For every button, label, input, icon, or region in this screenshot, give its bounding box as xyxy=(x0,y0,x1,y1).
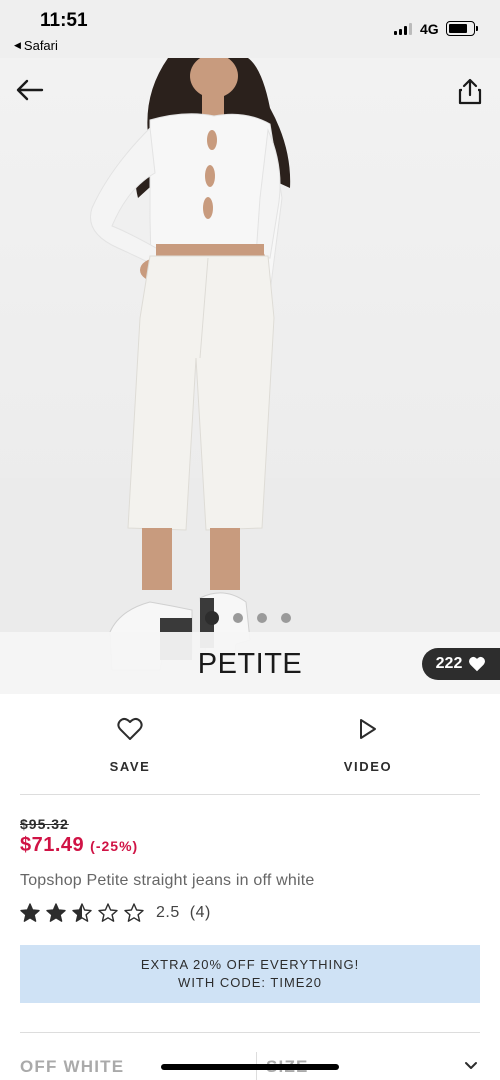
star-empty-icon xyxy=(98,903,118,922)
video-button[interactable]: VIDEO xyxy=(308,714,428,774)
likes-count: 222 xyxy=(435,655,463,672)
video-label: VIDEO xyxy=(343,759,393,774)
carousel-dot-2[interactable] xyxy=(233,613,243,623)
promo-line-1: EXTRA 20% OFF EVERYTHING! xyxy=(140,957,360,972)
petite-band: PETITE 222 xyxy=(0,632,500,694)
heart-filled-icon xyxy=(469,656,486,672)
rating[interactable]: 2.5 (4) xyxy=(20,903,211,923)
network-type: 4G xyxy=(420,21,439,37)
rating-value: 2.5 xyxy=(156,904,180,921)
star-full-icon xyxy=(46,903,66,922)
promo-line-2: WITH CODE: TIME20 xyxy=(178,975,322,990)
battery-icon xyxy=(446,21,478,36)
save-button[interactable]: SAVE xyxy=(70,714,190,774)
price-row: $71.49 (-25%) xyxy=(20,834,138,857)
product-image-gallery[interactable]: PETITE 222 xyxy=(0,58,500,694)
star-full-icon xyxy=(20,903,40,922)
play-icon xyxy=(360,719,376,739)
back-app-label: Safari xyxy=(23,38,58,53)
discount-percent: (-25%) xyxy=(90,838,139,854)
share-icon[interactable] xyxy=(456,76,484,106)
product-photo xyxy=(0,58,500,694)
promo-banner[interactable]: EXTRA 20% OFF EVERYTHING! WITH CODE: TIM… xyxy=(20,945,480,1003)
carousel-dots[interactable] xyxy=(205,611,291,625)
star-half-icon xyxy=(72,903,92,922)
carousel-dot-1[interactable] xyxy=(205,611,219,625)
carousel-dot-4[interactable] xyxy=(281,613,291,623)
back-arrow-icon[interactable] xyxy=(14,76,46,104)
carousel-dot-3[interactable] xyxy=(257,613,267,623)
back-triangle-icon: ◀ xyxy=(14,40,21,50)
divider xyxy=(20,1032,480,1033)
chevron-down-icon[interactable] xyxy=(463,1058,479,1074)
original-price: $95.32 xyxy=(20,816,69,832)
home-indicator xyxy=(161,1064,339,1070)
save-label: SAVE xyxy=(109,759,151,774)
back-to-safari-link[interactable]: ◀ Safari xyxy=(14,38,58,53)
product-title: Topshop Petite straight jeans in off whi… xyxy=(20,872,315,889)
star-empty-icon xyxy=(124,903,144,922)
rating-count: (4) xyxy=(189,904,211,921)
status-bar: 11:51 ◀ Safari 4G xyxy=(0,0,500,58)
status-time: 11:51 xyxy=(40,10,88,31)
rating-stars xyxy=(20,903,144,923)
signal-icon xyxy=(394,23,412,35)
sale-price: $71.49 xyxy=(20,834,85,856)
colour-value: OFF WHITE xyxy=(20,1057,125,1076)
product-actions: SAVE VIDEO xyxy=(20,694,480,795)
likes-badge[interactable]: 222 xyxy=(422,648,500,680)
heart-outline-icon xyxy=(117,718,143,740)
